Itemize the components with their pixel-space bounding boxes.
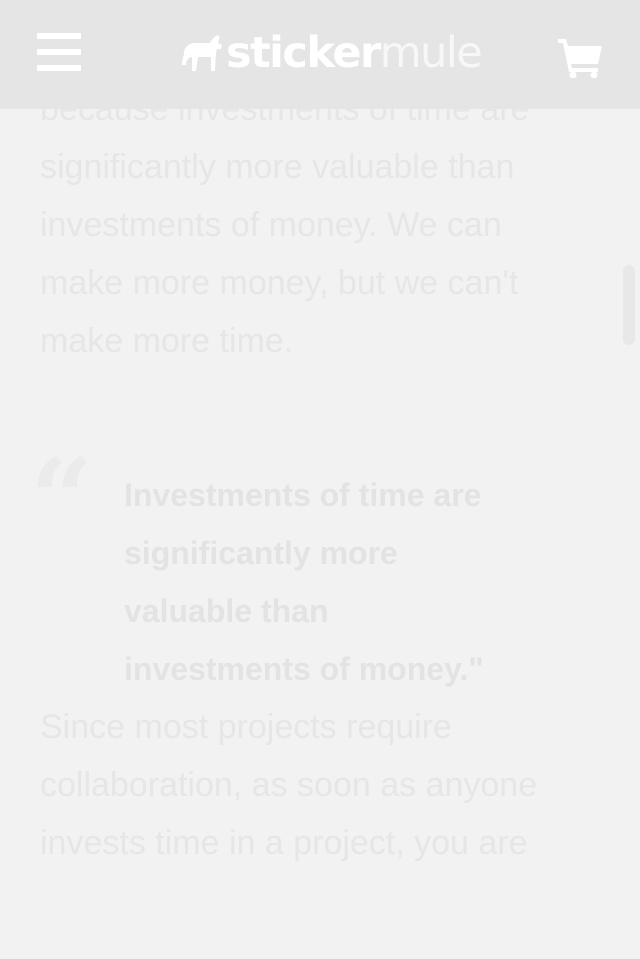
- logo-text-mule: mule: [379, 28, 483, 78]
- article-body: because investments of time are signific…: [30, 80, 600, 872]
- paragraph-line: invests time in a project, you are: [40, 824, 528, 862]
- article-paragraph: because investments of time are signific…: [40, 80, 600, 370]
- paragraph-line: collaboration, as soon as anyone: [40, 766, 538, 804]
- stickermule-logo[interactable]: stickermule: [180, 28, 483, 78]
- site-header: stickermule: [0, 0, 640, 109]
- paragraph-line: make more money, but we can't: [40, 264, 519, 302]
- logo-text-sticker: sticker: [226, 28, 381, 78]
- paragraph-line: investments of money. We can: [40, 206, 502, 244]
- mule-logo-icon: [182, 35, 222, 71]
- quote-line: valuable than: [124, 593, 329, 629]
- pull-quote: “ Investments of time are significantly …: [30, 444, 600, 698]
- paragraph-line: significantly more valuable than: [40, 148, 515, 186]
- quote-line: Investments of time are: [124, 477, 482, 513]
- scrollbar-thumb[interactable]: [623, 265, 635, 345]
- paragraph-line: make more time.: [40, 322, 294, 360]
- paragraph-line: Since most projects require: [40, 708, 452, 746]
- shopping-cart-icon[interactable]: [556, 36, 604, 79]
- quote-line: investments of money.": [124, 651, 484, 687]
- quote-mark-icon: “: [30, 434, 94, 563]
- quote-line: significantly more: [124, 535, 398, 571]
- pull-quote-text: Investments of time are significantly mo…: [124, 466, 544, 698]
- article-paragraph: Since most projects require collaboratio…: [40, 698, 600, 872]
- hamburger-menu-icon[interactable]: [37, 33, 81, 71]
- page: because investments of time are signific…: [0, 0, 640, 959]
